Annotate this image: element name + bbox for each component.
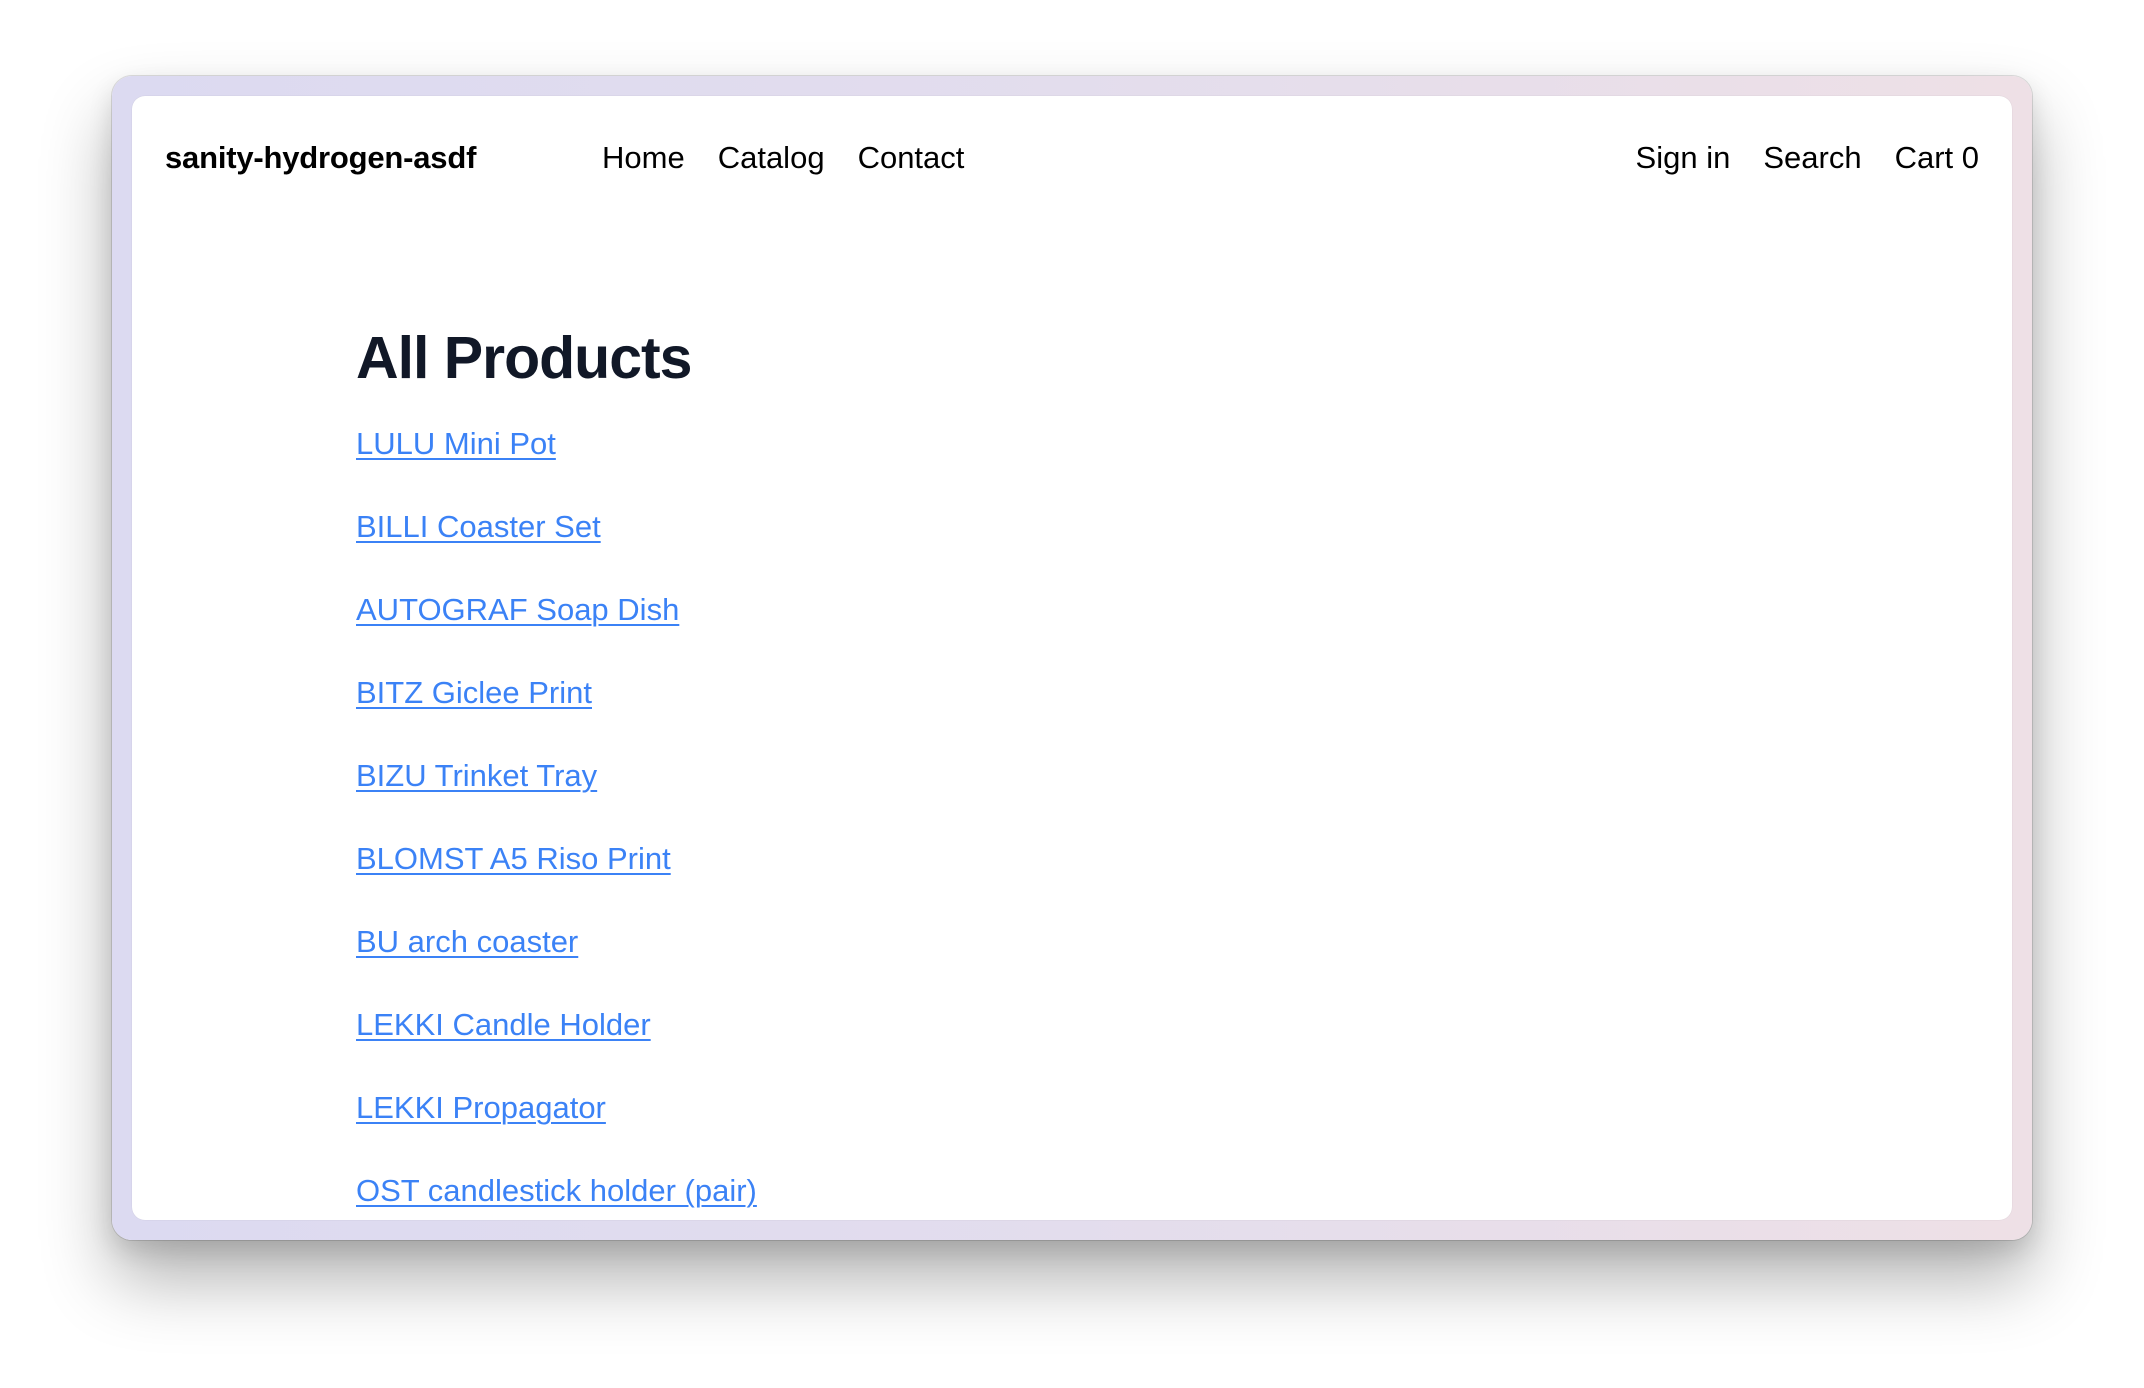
search-link[interactable]: Search bbox=[1763, 140, 1861, 176]
list-item: OST candlestick holder (pair) bbox=[356, 1171, 1756, 1220]
list-item: LEKKI Candle Holder bbox=[356, 1005, 1756, 1088]
product-link[interactable]: LULU Mini Pot bbox=[356, 426, 556, 461]
product-link[interactable]: AUTOGRAF Soap Dish bbox=[356, 592, 679, 627]
product-link[interactable]: BU arch coaster bbox=[356, 924, 578, 959]
cart-link[interactable]: Cart 0 bbox=[1895, 140, 1979, 176]
product-link[interactable]: LEKKI Candle Holder bbox=[356, 1007, 651, 1042]
product-link[interactable]: LEKKI Propagator bbox=[356, 1090, 606, 1125]
list-item: BIZU Trinket Tray bbox=[356, 756, 1756, 839]
product-link[interactable]: BLOMST A5 Riso Print bbox=[356, 841, 671, 876]
product-link[interactable]: BIZU Trinket Tray bbox=[356, 758, 597, 793]
header-actions: Sign in Search Cart 0 bbox=[1636, 140, 1979, 176]
site-logo-link[interactable]: sanity-hydrogen-asdf bbox=[165, 140, 476, 176]
list-item: BU arch coaster bbox=[356, 922, 1756, 1005]
nav-catalog-link[interactable]: Catalog bbox=[718, 140, 825, 176]
product-link[interactable]: BITZ Giclee Print bbox=[356, 675, 592, 710]
desktop-background: sanity-hydrogen-asdf Home Catalog Contac… bbox=[0, 0, 2144, 1388]
browser-window-frame: sanity-hydrogen-asdf Home Catalog Contac… bbox=[112, 76, 2032, 1240]
main-content: All Products LULU Mini Pot BILLI Coaster… bbox=[356, 322, 1756, 1220]
main-nav: Home Catalog Contact bbox=[602, 140, 964, 176]
list-item: LULU Mini Pot bbox=[356, 424, 1756, 507]
product-link[interactable]: BILLI Coaster Set bbox=[356, 509, 601, 544]
page-title: All Products bbox=[356, 325, 693, 391]
list-item: LEKKI Propagator bbox=[356, 1088, 1756, 1171]
site-header: sanity-hydrogen-asdf Home Catalog Contac… bbox=[132, 96, 2012, 226]
product-link[interactable]: OST candlestick holder (pair) bbox=[356, 1173, 757, 1208]
list-item: AUTOGRAF Soap Dish bbox=[356, 590, 1756, 673]
list-item: BLOMST A5 Riso Print bbox=[356, 839, 1756, 922]
nav-contact-link[interactable]: Contact bbox=[858, 140, 965, 176]
browser-viewport: sanity-hydrogen-asdf Home Catalog Contac… bbox=[132, 96, 2012, 1220]
sign-in-link[interactable]: Sign in bbox=[1636, 140, 1731, 176]
list-item: BILLI Coaster Set bbox=[356, 507, 1756, 590]
nav-home-link[interactable]: Home bbox=[602, 140, 685, 176]
product-list: LULU Mini Pot BILLI Coaster Set AUTOGRAF… bbox=[356, 424, 1756, 1220]
list-item: BITZ Giclee Print bbox=[356, 673, 1756, 756]
